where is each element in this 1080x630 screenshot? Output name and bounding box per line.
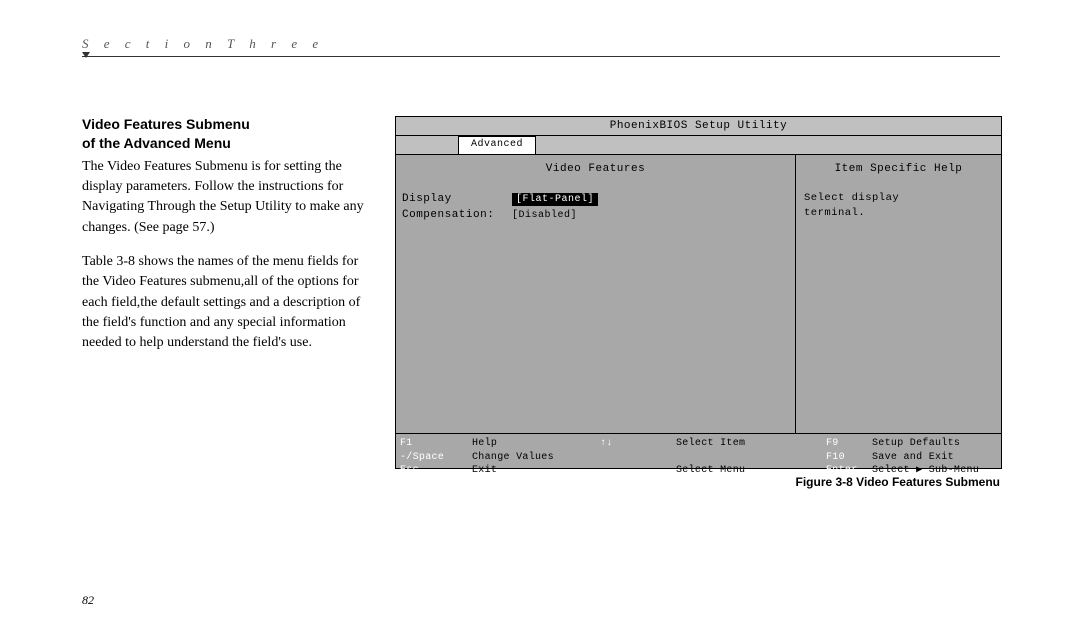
tab-spacer — [396, 136, 458, 154]
figure-caption: Figure 3-8 Video Features Submenu — [395, 475, 1000, 489]
help-line-1: Select display — [804, 192, 899, 204]
fkey-updown-icon: ↑↓ — [600, 438, 613, 449]
bios-screenshot: PhoenixBIOS Setup Utility Advanced Video… — [395, 116, 1002, 469]
fkey-enter: Enter — [826, 465, 858, 476]
field-label: Compensation: — [402, 209, 512, 221]
field-value-selected[interactable]: [Flat-Panel] — [512, 193, 598, 206]
fkey-setup-defaults-label: Setup Defaults — [872, 438, 997, 449]
help-text: Select display terminal. — [804, 191, 993, 220]
paragraph-1: The Video Features Submenu is for settin… — [82, 157, 374, 238]
section-header: S e c t i o n T h r e e — [82, 36, 324, 52]
header-rule — [82, 56, 1000, 57]
heading-line-1: Video Features Submenu — [82, 116, 250, 132]
help-line-2: terminal. — [804, 207, 865, 219]
field-label: Display — [402, 193, 512, 205]
page-number: 82 — [82, 593, 94, 608]
heading: Video Features Submenu of the Advanced M… — [82, 115, 374, 153]
field-row-display[interactable]: Display [Flat-Panel] — [402, 191, 789, 207]
bios-title-bar: PhoenixBIOS Setup Utility — [396, 117, 1001, 136]
fkey-help-label: Help — [472, 438, 600, 449]
fkey-select-menu-label: Select Menu — [676, 465, 826, 476]
paragraph-2: Table 3-8 shows the names of the menu fi… — [82, 252, 374, 353]
fkey-leftright-icon: ←→ — [600, 465, 613, 476]
bios-tab-bar: Advanced — [396, 136, 1001, 155]
main-panel-header: Video Features — [402, 163, 789, 175]
bios-footer: F1 Help ↑↓ Select Item -/Space Change Va… — [396, 434, 1001, 468]
fkey-exit-label: Exit — [472, 465, 600, 476]
page: S e c t i o n T h r e e Video Features S… — [0, 0, 1080, 630]
heading-line-2: of the Advanced Menu — [82, 135, 231, 151]
fkey-minus-space: -/Space — [400, 452, 444, 463]
bios-body: Video Features Display [Flat-Panel] Comp… — [396, 155, 1001, 434]
fkey-f1: F1 — [400, 438, 413, 449]
fkey-esc: Esc — [400, 465, 419, 476]
bios-main-panel: Video Features Display [Flat-Panel] Comp… — [396, 155, 796, 433]
fkey-f9: F9 — [826, 438, 839, 449]
help-panel-header: Item Specific Help — [804, 163, 993, 175]
fkey-save-exit-label: Save and Exit — [872, 452, 997, 463]
left-column: Video Features Submenu of the Advanced M… — [82, 115, 374, 353]
figure: PhoenixBIOS Setup Utility Advanced Video… — [395, 116, 1000, 489]
header-marker-icon — [82, 52, 90, 58]
tab-advanced[interactable]: Advanced — [458, 136, 536, 154]
field-row-compensation[interactable]: Compensation: [Disabled] — [402, 207, 789, 223]
bios-help-panel: Item Specific Help Select display termin… — [796, 155, 1001, 433]
fkey-select-item-label: Select Item — [676, 438, 826, 449]
fkey-f10: F10 — [826, 452, 845, 463]
fkey-change-values-label: Change Values — [472, 452, 600, 463]
field-value[interactable]: [Disabled] — [512, 210, 577, 221]
